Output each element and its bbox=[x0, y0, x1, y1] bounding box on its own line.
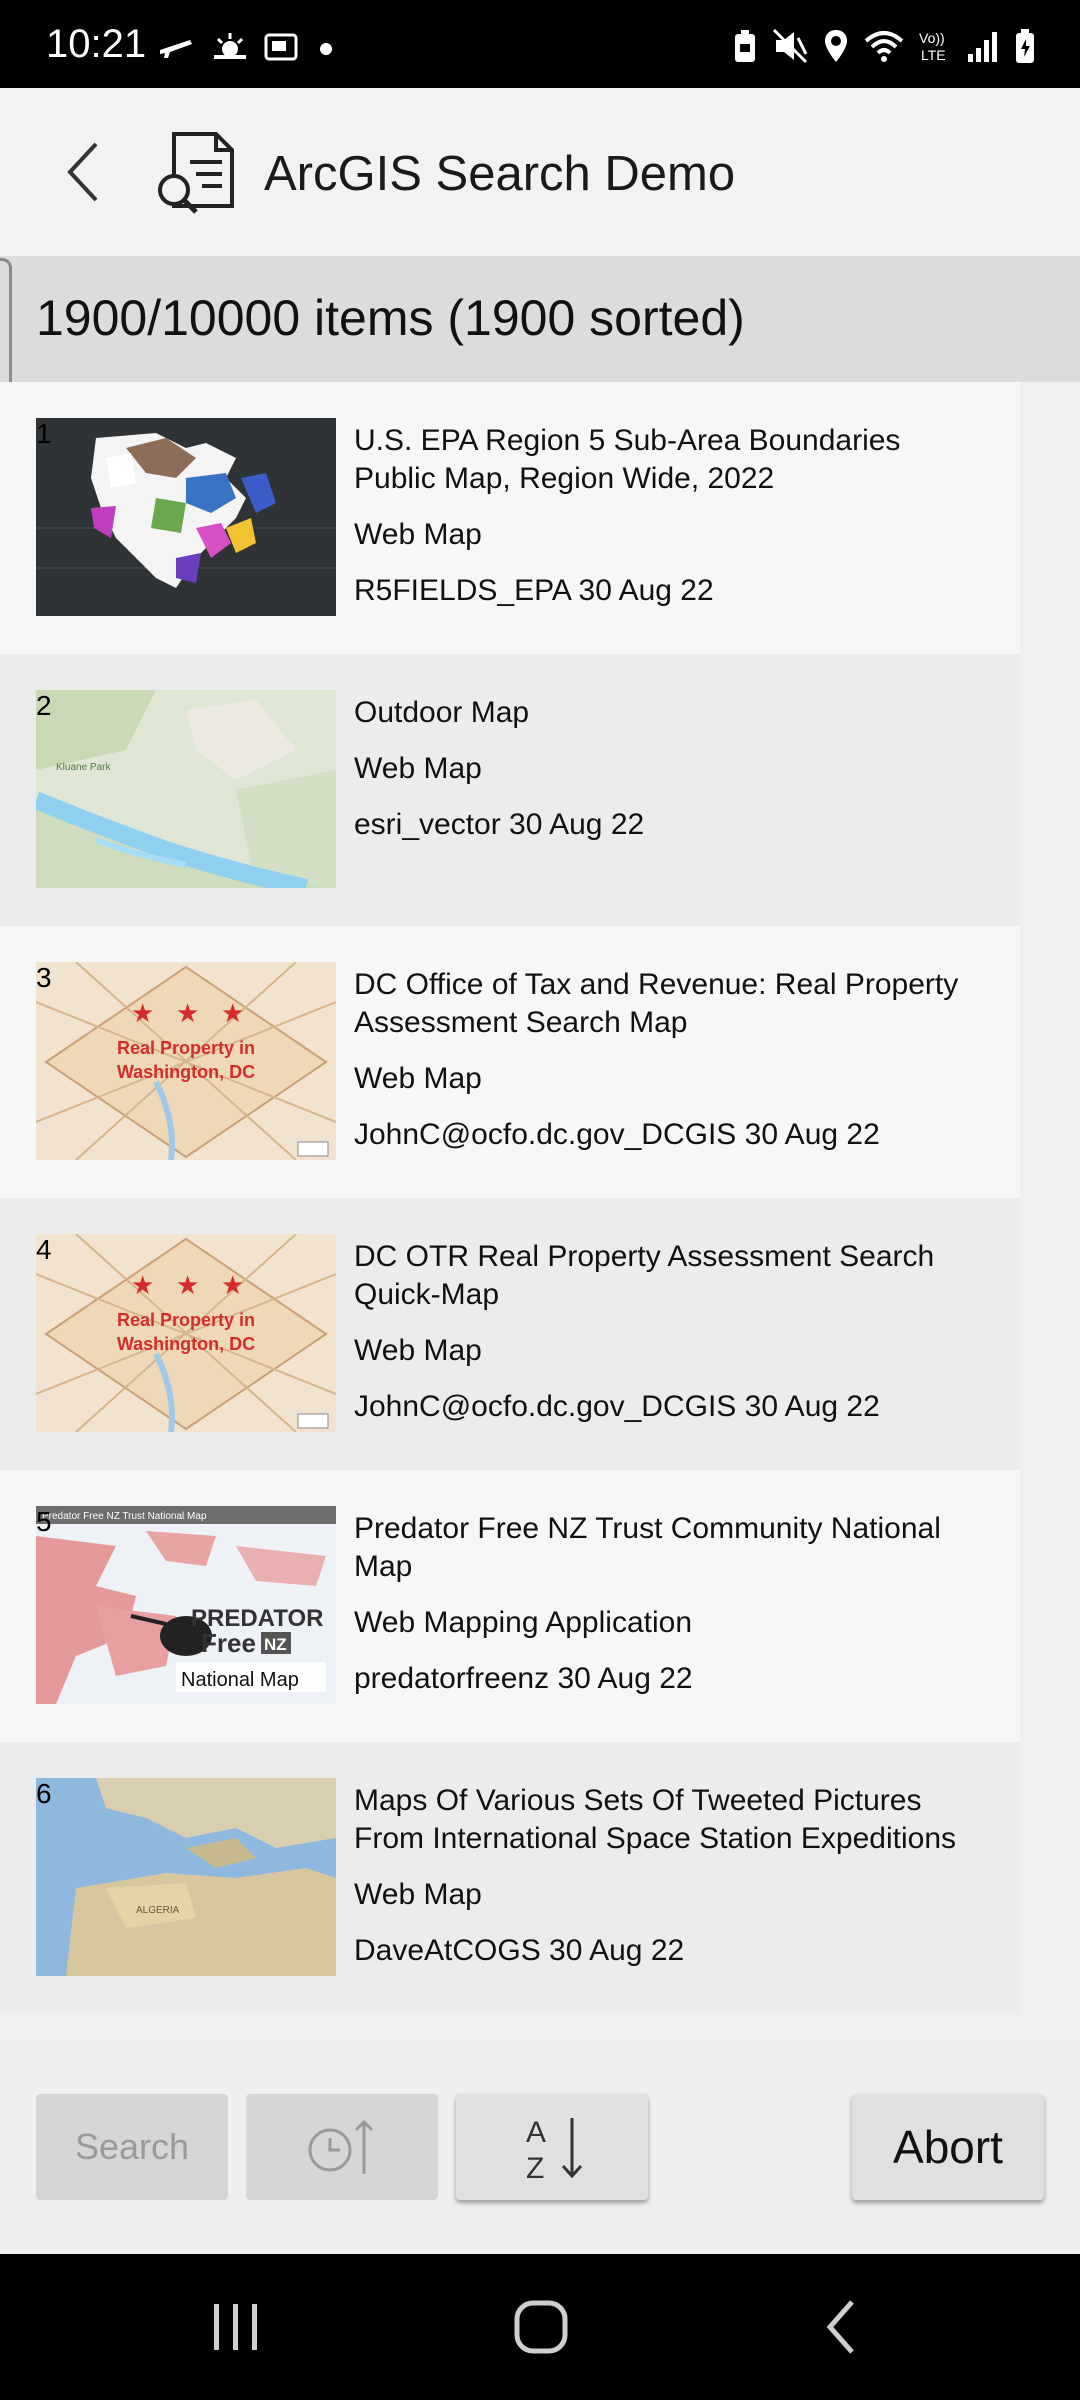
svg-text:★: ★ bbox=[131, 1270, 154, 1300]
svg-text:LTE: LTE bbox=[921, 47, 946, 63]
item-title: U.S. EPA Region 5 Sub-Area Boundaries Pu… bbox=[354, 424, 901, 495]
list-item[interactable]: Predator Free NZ Trust National Map PRED… bbox=[0, 1470, 1020, 1742]
thumbnail-label: Kluane Park bbox=[56, 762, 111, 773]
mute-icon bbox=[772, 28, 808, 64]
item-thumbnail: Kluane Park bbox=[36, 690, 336, 888]
weather-icon bbox=[214, 33, 246, 59]
item-thumbnail: ★ ★ ★ Real Property in Washington, DC bbox=[36, 962, 336, 1160]
location-icon bbox=[825, 30, 847, 62]
item-info: U.S. EPA Region 5 Sub-Area Boundaries Pu… bbox=[354, 422, 984, 610]
thumbnail-text: Washington, DC bbox=[117, 1334, 255, 1354]
item-type: Web Map bbox=[354, 752, 482, 785]
home-icon[interactable] bbox=[512, 2298, 570, 2356]
signal-icon bbox=[968, 32, 997, 62]
item-info: Outdoor Map Web Map esri_vector 30 Aug 2… bbox=[354, 694, 984, 844]
list-item[interactable]: ★ ★ ★ Real Property in Washington, DC 3 … bbox=[0, 926, 1020, 1198]
item-title: DC Office of Tax and Revenue: Real Prope… bbox=[354, 968, 959, 1039]
item-title: Predator Free NZ Trust Community Nationa… bbox=[354, 1512, 941, 1583]
item-thumbnail: ★ ★ ★ Real Property in Washington, DC bbox=[36, 1234, 336, 1432]
clock-sort-up-icon bbox=[308, 2119, 374, 2174]
item-owner-date: esri_vector 30 Aug 22 bbox=[354, 808, 645, 841]
item-thumbnail bbox=[36, 418, 336, 616]
thumbnail-text: Real Property in bbox=[117, 1038, 255, 1058]
item-index: 3 bbox=[36, 962, 52, 993]
system-icons: Vo)) LTE bbox=[732, 26, 1036, 66]
dot-icon bbox=[320, 43, 332, 55]
svg-text:★: ★ bbox=[176, 998, 199, 1028]
item-info: Maps Of Various Sets Of Tweeted Pictures… bbox=[354, 1782, 984, 1970]
item-thumbnail: Predator Free NZ Trust National Map PRED… bbox=[36, 1506, 336, 1704]
back-icon[interactable] bbox=[822, 2298, 862, 2356]
item-owner-date: JohnC@ocfo.dc.gov_DCGIS 30 Aug 22 bbox=[354, 1390, 880, 1423]
thumbnail-label: ALGERIA bbox=[136, 1905, 180, 1916]
list-item[interactable]: ALGERIA 6 Maps Of Various Sets Of Tweete… bbox=[0, 1742, 1020, 2014]
thumbnail-text: Free bbox=[201, 1628, 256, 1658]
item-type: Web Map bbox=[354, 1062, 482, 1095]
system-navigation-bar bbox=[0, 2254, 1080, 2400]
battery-icon bbox=[1016, 29, 1034, 63]
app-bar: ArcGIS Search Demo bbox=[0, 88, 1080, 256]
list-item[interactable]: Kluane Park 2 Outdoor Map Web Map esri_v… bbox=[0, 654, 1020, 926]
bottom-toolbar: Search A Z Abort bbox=[0, 2040, 1080, 2254]
item-info: Predator Free NZ Trust Community Nationa… bbox=[354, 1510, 984, 1698]
item-type: Web Map bbox=[354, 1878, 482, 1911]
search-button[interactable]: Search bbox=[36, 2094, 228, 2200]
svg-text:Vo)): Vo)) bbox=[919, 30, 945, 46]
volte-icon: Vo))LTE bbox=[919, 30, 946, 63]
wifi-icon bbox=[864, 31, 904, 62]
status-bar: 10:21 Vo)) LTE bbox=[0, 0, 1080, 88]
results-list[interactable]: 1 U.S. EPA Region 5 Sub-Area Boundaries … bbox=[0, 382, 1020, 2014]
item-owner-date: R5FIELDS_EPA 30 Aug 22 bbox=[354, 574, 714, 607]
abort-button[interactable]: Abort bbox=[852, 2094, 1044, 2200]
thumbnail-text: Washington, DC bbox=[117, 1062, 255, 1082]
search-button-label: Search bbox=[74, 2126, 190, 2167]
sort-alphabetical-button[interactable]: A Z bbox=[456, 2094, 648, 2200]
thumbnail-text: National Map bbox=[181, 1669, 299, 1691]
item-type: Web Map bbox=[354, 1334, 482, 1367]
item-owner-date: JohnC@ocfo.dc.gov_DCGIS 30 Aug 22 bbox=[354, 1118, 880, 1151]
svg-text:★: ★ bbox=[176, 1270, 199, 1300]
document-search-icon bbox=[158, 132, 234, 214]
item-index: 1 bbox=[36, 418, 52, 449]
abort-button-label: Abort bbox=[893, 2121, 1003, 2173]
sort-by-date-button[interactable] bbox=[246, 2094, 438, 2200]
item-type: Web Map bbox=[354, 518, 482, 551]
sort-az-bottom: Z bbox=[526, 2152, 544, 2184]
status-time: 10:21 bbox=[46, 22, 147, 66]
page-title: ArcGIS Search Demo bbox=[264, 147, 736, 201]
item-index: 2 bbox=[36, 690, 52, 721]
item-thumbnail: ALGERIA bbox=[36, 1778, 336, 1976]
results-summary-bar: 1900/10000 items (1900 sorted) bbox=[0, 256, 1080, 382]
flight-notification-icon bbox=[160, 40, 192, 58]
svg-text:★: ★ bbox=[221, 998, 244, 1028]
item-owner-date: DaveAtCOGS 30 Aug 22 bbox=[354, 1934, 685, 1967]
sort-az-top: A bbox=[526, 2116, 546, 2149]
recent-apps-icon[interactable] bbox=[208, 2302, 264, 2352]
list-item[interactable]: 1 U.S. EPA Region 5 Sub-Area Boundaries … bbox=[0, 382, 1020, 654]
thumbnail-text: Real Property in bbox=[117, 1310, 255, 1330]
item-type: Web Mapping Application bbox=[354, 1606, 692, 1639]
item-index: 6 bbox=[36, 1778, 52, 1809]
item-info: DC OTR Real Property Assessment Search Q… bbox=[354, 1238, 984, 1426]
gallery-icon bbox=[264, 33, 298, 61]
svg-text:★: ★ bbox=[221, 1270, 244, 1300]
item-index: 5 bbox=[36, 1506, 52, 1537]
lock-battery-icon bbox=[735, 30, 755, 62]
svg-text:★: ★ bbox=[131, 998, 154, 1028]
item-info: DC Office of Tax and Revenue: Real Prope… bbox=[354, 966, 984, 1154]
item-title: Maps Of Various Sets Of Tweeted Pictures… bbox=[354, 1784, 957, 1855]
item-title: Outdoor Map bbox=[354, 696, 530, 729]
back-arrow-icon[interactable] bbox=[56, 136, 116, 208]
thumbnail-text: NZ bbox=[264, 1635, 287, 1654]
notification-icons bbox=[156, 30, 336, 64]
list-item[interactable]: ★ ★ ★ Real Property in Washington, DC 4 … bbox=[0, 1198, 1020, 1470]
item-title: DC OTR Real Property Assessment Search Q… bbox=[354, 1240, 935, 1311]
results-count: 1900/10000 items (1900 sorted) bbox=[36, 290, 745, 346]
sort-az-down-icon: A Z bbox=[526, 2116, 583, 2184]
item-index: 4 bbox=[36, 1234, 52, 1265]
item-owner-date: predatorfreenz 30 Aug 22 bbox=[354, 1662, 693, 1695]
thumbnail-header: Predator Free NZ Trust National Map bbox=[42, 1511, 207, 1522]
